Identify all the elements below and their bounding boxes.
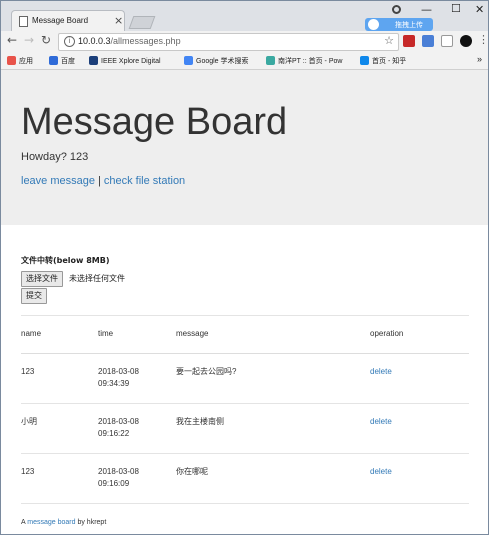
ieee-icon (89, 56, 98, 65)
header-message: message (176, 329, 209, 338)
maximize-icon[interactable]: ☐ (451, 2, 461, 15)
row-3-date: 2018-03-08 (98, 467, 139, 476)
row-1-delete-link[interactable]: delete (370, 366, 392, 378)
row-1-name: 123 (21, 367, 35, 376)
leave-message-link[interactable]: leave message (21, 175, 95, 187)
translate-extension-icon[interactable] (422, 35, 434, 47)
footer-message-board-link[interactable]: message board (27, 519, 75, 526)
table-header-divider (21, 353, 469, 354)
upload-label: 文件中转(below 8MB) (21, 256, 110, 265)
new-tab-button[interactable] (128, 16, 156, 29)
minimize-icon[interactable]: — (421, 3, 432, 16)
pdf-extension-icon[interactable] (403, 35, 415, 47)
forward-icon[interactable]: → (24, 33, 34, 47)
row-3-delete-link[interactable]: delete (370, 466, 392, 478)
row-1-clock: 09:34:39 (98, 379, 130, 388)
page-title: Message Board (21, 101, 288, 143)
bookmark-ieee[interactable]: IEEE Xplore Digital (89, 56, 161, 65)
row-3-name: 123 (21, 467, 35, 476)
table-bottom-divider (21, 503, 469, 504)
baidu-icon (49, 56, 58, 65)
drag-upload-button[interactable]: 拖拽上传 (365, 18, 433, 31)
choose-file-button[interactable]: 选择文件 (21, 271, 63, 287)
bookmark-star-icon[interactable]: ☆ (384, 34, 394, 47)
row-2-name: 小明 (21, 417, 37, 426)
info-icon[interactable]: i (64, 36, 75, 47)
header-time: time (98, 329, 114, 338)
back-icon[interactable]: ← (7, 33, 17, 47)
apps-grid-icon (7, 56, 16, 65)
tab-close-icon[interactable]: × (114, 14, 123, 27)
header-name: name (21, 329, 42, 338)
submit-button[interactable]: 提交 (21, 288, 47, 304)
row-2-message: 我在主楼南侧 (176, 417, 224, 426)
bookmark-nanyang-pt[interactable]: 南洋PT :: 首页 - Pow (266, 56, 342, 66)
address-bar[interactable]: i 10.0.0.3/allmessages.php ☆ (58, 33, 399, 51)
tab-title: Message Board (32, 16, 89, 25)
close-window-icon[interactable]: ✕ (475, 3, 484, 16)
reload-icon[interactable]: ↻ (41, 33, 51, 47)
bookmark-zhihu[interactable]: 首页 - 知乎 (360, 56, 406, 66)
circle-extension-icon[interactable] (460, 35, 472, 47)
url-text[interactable]: 10.0.0.3/allmessages.php (78, 36, 181, 46)
cursor-extension-icon[interactable] (441, 35, 453, 47)
nanyang-pt-icon (266, 56, 275, 65)
footer: A message board by hkrept (21, 519, 106, 526)
row-divider (21, 403, 469, 404)
greeting-text: Howday? 123 (21, 151, 89, 163)
row-2-date: 2018-03-08 (98, 417, 139, 426)
bookmark-google-scholar[interactable]: Google 学术搜索 (184, 56, 249, 66)
tab-strip: Message Board × — ☐ ✕ 拖拽上传 (1, 1, 488, 32)
browser-window: Message Board × — ☐ ✕ 拖拽上传 ← → ↻ i 10.0.… (0, 0, 489, 535)
bookmark-apps[interactable]: 应用 (7, 56, 33, 66)
link-separator: | (98, 175, 101, 187)
table-top-divider (21, 315, 469, 316)
bookmarks-bar: 应用 百度 IEEE Xplore Digital Google 学术搜索 南洋… (1, 53, 488, 70)
row-divider (21, 453, 469, 454)
row-2-clock: 09:16:22 (98, 429, 130, 438)
nav-links: leave message | check file station (21, 175, 185, 187)
tab-message-board[interactable]: Message Board × (11, 10, 125, 32)
header-operation: operation (370, 329, 404, 338)
no-file-text: 未选择任何文件 (69, 274, 125, 283)
footer-suffix: by hkrept (77, 519, 107, 526)
row-2-delete-link[interactable]: delete (370, 416, 392, 428)
bookmark-baidu[interactable]: 百度 (49, 56, 75, 66)
footer-prefix: A (21, 519, 26, 526)
check-file-station-link[interactable]: check file station (104, 175, 185, 187)
row-1-date: 2018-03-08 (98, 367, 139, 376)
more-bookmarks-icon[interactable]: » (477, 54, 482, 64)
zhihu-icon (360, 56, 369, 65)
row-1-message: 要一起去公园吗? (176, 367, 237, 376)
row-3-clock: 09:16:09 (98, 479, 130, 488)
jumbotron (1, 70, 488, 225)
upload-cloud-icon (368, 19, 379, 30)
menu-icon[interactable]: ⋮ (478, 33, 488, 46)
account-icon[interactable] (392, 5, 401, 14)
page-icon (19, 16, 28, 27)
google-scholar-icon (184, 56, 193, 65)
row-3-message: 你在哪呢 (176, 467, 208, 476)
